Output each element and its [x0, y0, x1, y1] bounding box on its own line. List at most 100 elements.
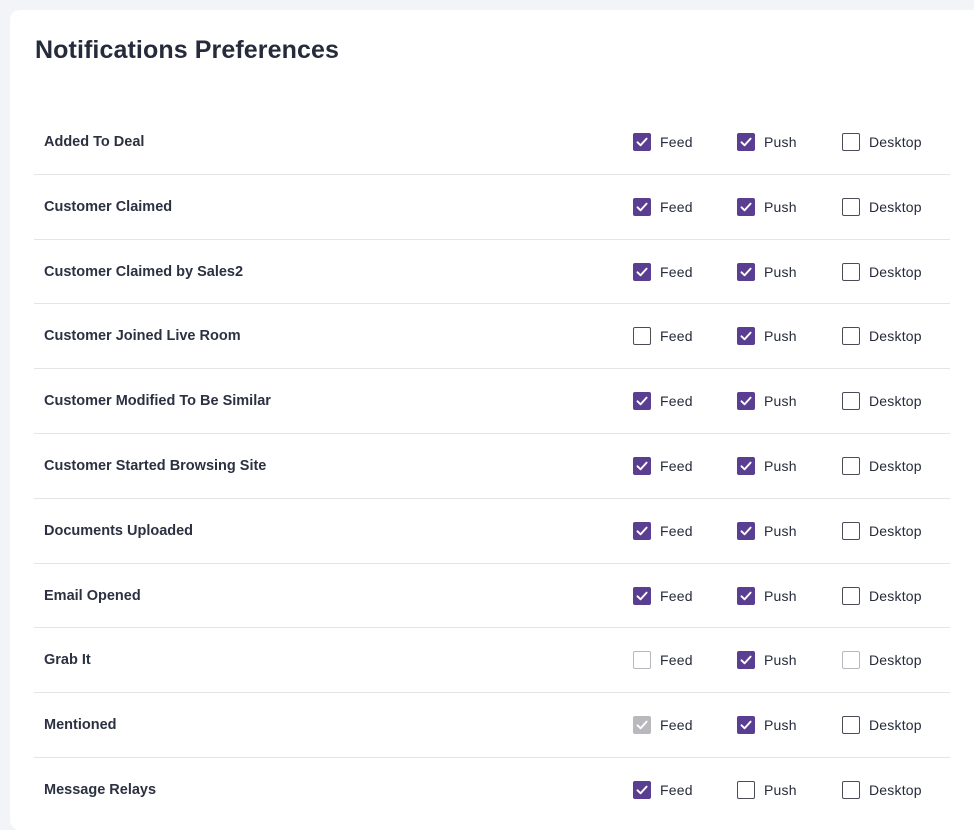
feed-option[interactable]: Feed [633, 780, 693, 799]
push-label: Push [764, 263, 797, 280]
desktop-checkbox[interactable] [842, 586, 860, 605]
desktop-checkbox[interactable] [842, 197, 860, 216]
check-icon [740, 461, 752, 471]
desktop-option[interactable]: Desktop [842, 586, 922, 605]
push-option[interactable]: Push [737, 780, 797, 799]
push-checkbox[interactable] [737, 456, 755, 475]
desktop-option[interactable]: Desktop [842, 262, 922, 281]
desktop-label: Desktop [869, 587, 922, 604]
feed-label: Feed [660, 457, 693, 474]
feed-option: Feed [633, 716, 693, 735]
check-icon [636, 461, 648, 471]
desktop-option[interactable]: Desktop [842, 133, 922, 151]
desktop-checkbox[interactable] [842, 780, 860, 799]
push-label: Push [764, 134, 797, 150]
preference-label: Customer Claimed [44, 198, 173, 215]
desktop-option: Desktop [842, 651, 922, 670]
push-checkbox[interactable] [737, 262, 755, 281]
feed-option[interactable]: Feed [633, 327, 693, 346]
feed-label: Feed [660, 587, 693, 604]
feed-option[interactable]: Feed [633, 392, 693, 411]
push-option[interactable]: Push [737, 133, 797, 151]
desktop-checkbox[interactable] [842, 133, 860, 151]
push-option[interactable]: Push [737, 327, 797, 346]
desktop-label: Desktop [869, 781, 922, 798]
push-option[interactable]: Push [737, 586, 797, 605]
desktop-option[interactable]: Desktop [842, 456, 922, 475]
preference-label: Documents Uploaded [44, 522, 194, 539]
check-icon [636, 137, 648, 147]
desktop-option[interactable]: Desktop [842, 392, 922, 411]
check-icon [740, 332, 752, 341]
check-icon [636, 396, 648, 406]
preference-label: Customer Joined Live Room [44, 328, 241, 345]
push-checkbox[interactable] [737, 716, 755, 735]
desktop-checkbox[interactable] [842, 327, 860, 346]
desktop-label: Desktop [869, 717, 922, 734]
push-checkbox[interactable] [737, 586, 755, 605]
push-option[interactable]: Push [737, 456, 797, 475]
feed-option: Feed [633, 651, 693, 670]
preference-label: Customer Claimed by Sales2 [44, 263, 244, 280]
feed-option[interactable]: Feed [633, 521, 693, 540]
feed-option[interactable]: Feed [633, 586, 693, 605]
feed-checkbox[interactable] [633, 327, 651, 346]
desktop-label: Desktop [869, 457, 922, 474]
feed-checkbox[interactable] [633, 262, 651, 281]
push-label: Push [764, 587, 797, 604]
push-option[interactable]: Push [737, 716, 797, 735]
push-label: Push [764, 393, 797, 410]
push-checkbox[interactable] [737, 327, 755, 346]
desktop-checkbox [842, 651, 860, 670]
preference-row-8: Grab It Feed Push Desktop [34, 628, 950, 694]
push-option[interactable]: Push [737, 262, 797, 281]
push-checkbox[interactable] [737, 651, 755, 670]
check-icon [636, 202, 648, 212]
preference-label: Added To Deal [44, 134, 145, 150]
feed-checkbox[interactable] [633, 456, 651, 475]
feed-checkbox[interactable] [633, 392, 651, 411]
desktop-label: Desktop [869, 328, 922, 345]
desktop-option[interactable]: Desktop [842, 780, 922, 799]
feed-option[interactable]: Feed [633, 456, 693, 475]
desktop-checkbox[interactable] [842, 392, 860, 411]
feed-label: Feed [660, 134, 693, 150]
feed-option[interactable]: Feed [633, 197, 693, 216]
feed-checkbox[interactable] [633, 197, 651, 216]
desktop-option[interactable]: Desktop [842, 197, 922, 216]
desktop-checkbox[interactable] [842, 521, 860, 540]
desktop-checkbox[interactable] [842, 456, 860, 475]
feed-checkbox[interactable] [633, 780, 651, 799]
desktop-label: Desktop [869, 198, 922, 215]
push-option[interactable]: Push [737, 197, 797, 216]
desktop-option[interactable]: Desktop [842, 716, 922, 735]
feed-checkbox [633, 716, 651, 735]
preference-row-5: Customer Started Browsing Site Feed Push… [34, 434, 950, 499]
desktop-checkbox[interactable] [842, 716, 860, 735]
feed-checkbox[interactable] [633, 586, 651, 605]
push-checkbox[interactable] [737, 197, 755, 216]
preference-row-6: Documents Uploaded Feed Push Desktop [34, 499, 950, 564]
push-checkbox[interactable] [737, 780, 755, 799]
feed-label: Feed [660, 263, 693, 280]
push-option[interactable]: Push [737, 651, 797, 670]
preference-label: Message Relays [44, 781, 157, 798]
page-title: Notifications Preferences [35, 36, 339, 64]
push-option[interactable]: Push [737, 521, 797, 540]
feed-option[interactable]: Feed [633, 133, 693, 151]
desktop-option[interactable]: Desktop [842, 521, 922, 540]
desktop-checkbox[interactable] [842, 262, 860, 281]
check-icon [740, 137, 752, 147]
push-checkbox[interactable] [737, 521, 755, 540]
feed-option[interactable]: Feed [633, 262, 693, 281]
desktop-option[interactable]: Desktop [842, 327, 922, 346]
push-checkbox[interactable] [737, 392, 755, 411]
feed-checkbox[interactable] [633, 521, 651, 540]
push-checkbox[interactable] [737, 133, 755, 151]
push-label: Push [764, 717, 797, 734]
push-label: Push [764, 652, 797, 669]
check-icon [740, 656, 752, 665]
push-option[interactable]: Push [737, 392, 797, 411]
feed-checkbox[interactable] [633, 133, 651, 151]
preference-row-9: Mentioned Feed Push Desktop [34, 693, 950, 758]
